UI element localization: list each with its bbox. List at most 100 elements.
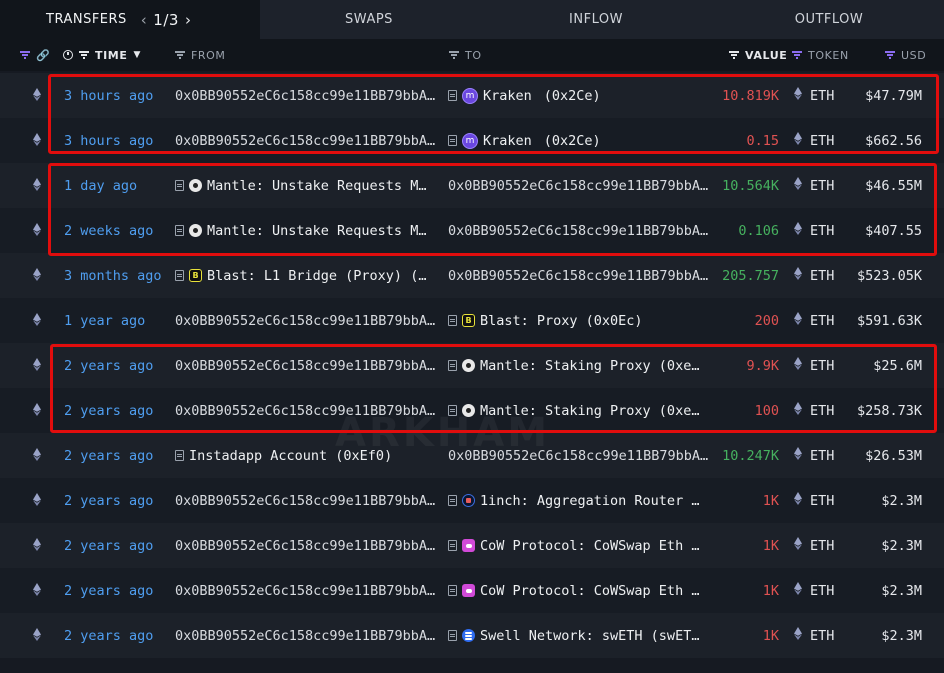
header-to[interactable]: TO	[449, 39, 482, 71]
header-from-label: FROM	[191, 48, 226, 62]
filter-icon[interactable]	[175, 51, 185, 59]
entity-name[interactable]: Mantle: Unstake Requests M…	[207, 178, 426, 194]
time-link[interactable]: 2 weeks ago	[64, 208, 172, 253]
entity-name[interactable]: Instadapp Account (0xEf0)	[189, 448, 392, 464]
entity-name[interactable]: Blast: Proxy (0x0Ec)	[480, 313, 643, 329]
header-time[interactable]: TIME ▼	[63, 39, 141, 71]
time-link[interactable]: 2 years ago	[64, 568, 172, 613]
address-text[interactable]: 0x0BB90552eC6c158cc99e11BB79bbA…	[448, 178, 708, 194]
ethereum-chain-icon	[33, 358, 41, 375]
entity-name[interactable]: Blast: L1 Bridge (Proxy) (…	[207, 268, 426, 284]
table-row[interactable]: 2 years ago 0x0BB90552eC6c158cc99e11BB79b…	[0, 343, 944, 388]
entity-name[interactable]: CoW Protocol: CoWSwap Eth …	[480, 583, 699, 599]
address-text[interactable]: 0x0BB90552eC6c158cc99e11BB79bbA…	[175, 358, 435, 374]
time-link[interactable]: 2 years ago	[64, 478, 172, 523]
chevron-left-icon[interactable]: ‹	[135, 11, 154, 29]
entity-name[interactable]: Mantle: Staking Proxy (0xe…	[480, 403, 699, 419]
tab-swaps[interactable]: SWAPS	[260, 0, 478, 39]
address-text[interactable]: 0x0BB90552eC6c158cc99e11BB79bbA…	[175, 403, 435, 419]
chevron-right-icon[interactable]: ›	[179, 11, 198, 29]
table-row[interactable]: 1 day ago Mantle: Unstake Requests M… 0x0B…	[0, 163, 944, 208]
token-cell[interactable]: ETH	[794, 433, 844, 478]
table-row[interactable]: 2 years ago 0x0BB90552eC6c158cc99e11BB79b…	[0, 523, 944, 568]
table-row[interactable]: 3 hours ago 0x0BB90552eC6c158cc99e11BB79b…	[0, 118, 944, 163]
table-row[interactable]: 2 years ago 0x0BB90552eC6c158cc99e11BB79b…	[0, 568, 944, 613]
address-text[interactable]: 0x0BB90552eC6c158cc99e11BB79bbA…	[448, 268, 708, 284]
sort-down-icon[interactable]: ▼	[133, 50, 141, 60]
table-row[interactable]: 2 years ago Instadapp Account (0xEf0) 0x0B…	[0, 433, 944, 478]
entity-name[interactable]: Mantle: Unstake Requests M…	[207, 223, 426, 239]
token-cell[interactable]: ETH	[794, 298, 844, 343]
time-link[interactable]: 3 hours ago	[64, 118, 172, 163]
token-cell[interactable]: ETH	[794, 73, 844, 118]
table-row[interactable]: 1 year ago 0x0BB90552eC6c158cc99e11BB79bb…	[0, 298, 944, 343]
tab-inflow[interactable]: INFLOW	[478, 0, 714, 39]
time-link[interactable]: 1 day ago	[64, 163, 172, 208]
token-cell[interactable]: ETH	[794, 208, 844, 253]
time-link[interactable]: 3 months ago	[64, 253, 172, 298]
time-link[interactable]: 2 years ago	[64, 613, 172, 658]
table-row[interactable]: 2 weeks ago Mantle: Unstake Requests M… 0x…	[0, 208, 944, 253]
time-link[interactable]: 1 year ago	[64, 298, 172, 343]
entity-name[interactable]: Kraken	[483, 133, 532, 149]
time-link[interactable]: 2 years ago	[64, 388, 172, 433]
usd-value: $2.3M	[881, 537, 922, 554]
address-text[interactable]: 0x0BB90552eC6c158cc99e11BB79bbA…	[448, 223, 708, 239]
token-cell[interactable]: ETH	[794, 478, 844, 523]
time-link[interactable]: 2 years ago	[64, 523, 172, 568]
token-cell[interactable]: ETH	[794, 163, 844, 208]
tab-outflow[interactable]: OUTFLOW	[714, 0, 944, 39]
token-cell[interactable]: ETH	[794, 568, 844, 613]
entity-name[interactable]: 1inch: Aggregation Router …	[480, 493, 699, 509]
filter-icon[interactable]	[729, 51, 739, 59]
address-text[interactable]: 0x0BB90552eC6c158cc99e11BB79bbA…	[175, 628, 435, 644]
from-cell: 0x0BB90552eC6c158cc99e11BB79bbA…	[175, 568, 441, 613]
header-from[interactable]: FROM	[175, 39, 226, 71]
address-text[interactable]: 0x0BB90552eC6c158cc99e11BB79bbA…	[175, 493, 435, 509]
filter-icon[interactable]	[79, 51, 89, 59]
address-text[interactable]: 0x0BB90552eC6c158cc99e11BB79bbA…	[448, 448, 708, 464]
entity-address-short[interactable]: (0x2Ce)	[544, 133, 601, 149]
table-row[interactable]: 2 years ago 0x0BB90552eC6c158cc99e11BB79b…	[0, 478, 944, 523]
entity-name[interactable]: CoW Protocol: CoWSwap Eth …	[480, 538, 699, 554]
table-row[interactable]: 3 hours ago 0x0BB90552eC6c158cc99e11BB79b…	[0, 73, 944, 118]
table-row[interactable]: 2 years ago 0x0BB90552eC6c158cc99e11BB79b…	[0, 388, 944, 433]
token-symbol: ETH	[810, 177, 835, 194]
table-row[interactable]: 2 years ago 0x0BB90552eC6c158cc99e11BB79b…	[0, 613, 944, 658]
filter-icon[interactable]	[20, 51, 30, 59]
address-text[interactable]: 0x0BB90552eC6c158cc99e11BB79bbA…	[175, 133, 435, 149]
link-icon[interactable]: 🔗	[36, 49, 50, 62]
time-link[interactable]: 2 years ago	[64, 343, 172, 388]
token-cell[interactable]: ETH	[794, 388, 844, 433]
time-link[interactable]: 2 years ago	[64, 433, 172, 478]
filter-icon[interactable]	[449, 51, 459, 59]
filter-icon[interactable]	[885, 51, 895, 59]
tab-transfers-label: TRANSFERS	[46, 12, 127, 27]
time-link[interactable]: 3 hours ago	[64, 73, 172, 118]
token-cell[interactable]: ETH	[794, 523, 844, 568]
address-text[interactable]: 0x0BB90552eC6c158cc99e11BB79bbA…	[175, 313, 435, 329]
header-usd[interactable]: USD	[885, 39, 926, 71]
token-cell[interactable]: ETH	[794, 343, 844, 388]
tab-transfers[interactable]: TRANSFERS ‹ 1 / 3 ›	[0, 0, 260, 39]
entity-name[interactable]: Mantle: Staking Proxy (0xe…	[480, 358, 699, 374]
entity-address-short[interactable]: (0x2Ce)	[544, 88, 601, 104]
address-text[interactable]: 0x0BB90552eC6c158cc99e11BB79bbA…	[175, 538, 435, 554]
filter-icon[interactable]	[792, 51, 802, 59]
token-cell[interactable]: ETH	[794, 613, 844, 658]
header-token[interactable]: TOKEN	[792, 39, 849, 71]
header-value[interactable]: VALUE	[729, 39, 787, 71]
token-cell[interactable]: ETH	[794, 118, 844, 163]
to-cell: 0x0BB90552eC6c158cc99e11BB79bbA…	[448, 208, 710, 253]
address-text[interactable]: 0x0BB90552eC6c158cc99e11BB79bbA…	[175, 88, 435, 104]
address-text[interactable]: 0x0BB90552eC6c158cc99e11BB79bbA…	[175, 583, 435, 599]
entity-name[interactable]: Kraken	[483, 88, 532, 104]
table-row[interactable]: 3 months ago B Blast: L1 Bridge (Proxy) (……	[0, 253, 944, 298]
token-cell[interactable]: ETH	[794, 253, 844, 298]
usd-value: $47.79M	[865, 87, 922, 104]
tab-inflow-label: INFLOW	[569, 12, 623, 27]
entity-name[interactable]: Swell Network: swETH (swET…	[480, 628, 699, 644]
eth-token-icon	[794, 312, 802, 329]
header-usd-label: USD	[901, 48, 927, 62]
document-icon	[448, 90, 457, 101]
